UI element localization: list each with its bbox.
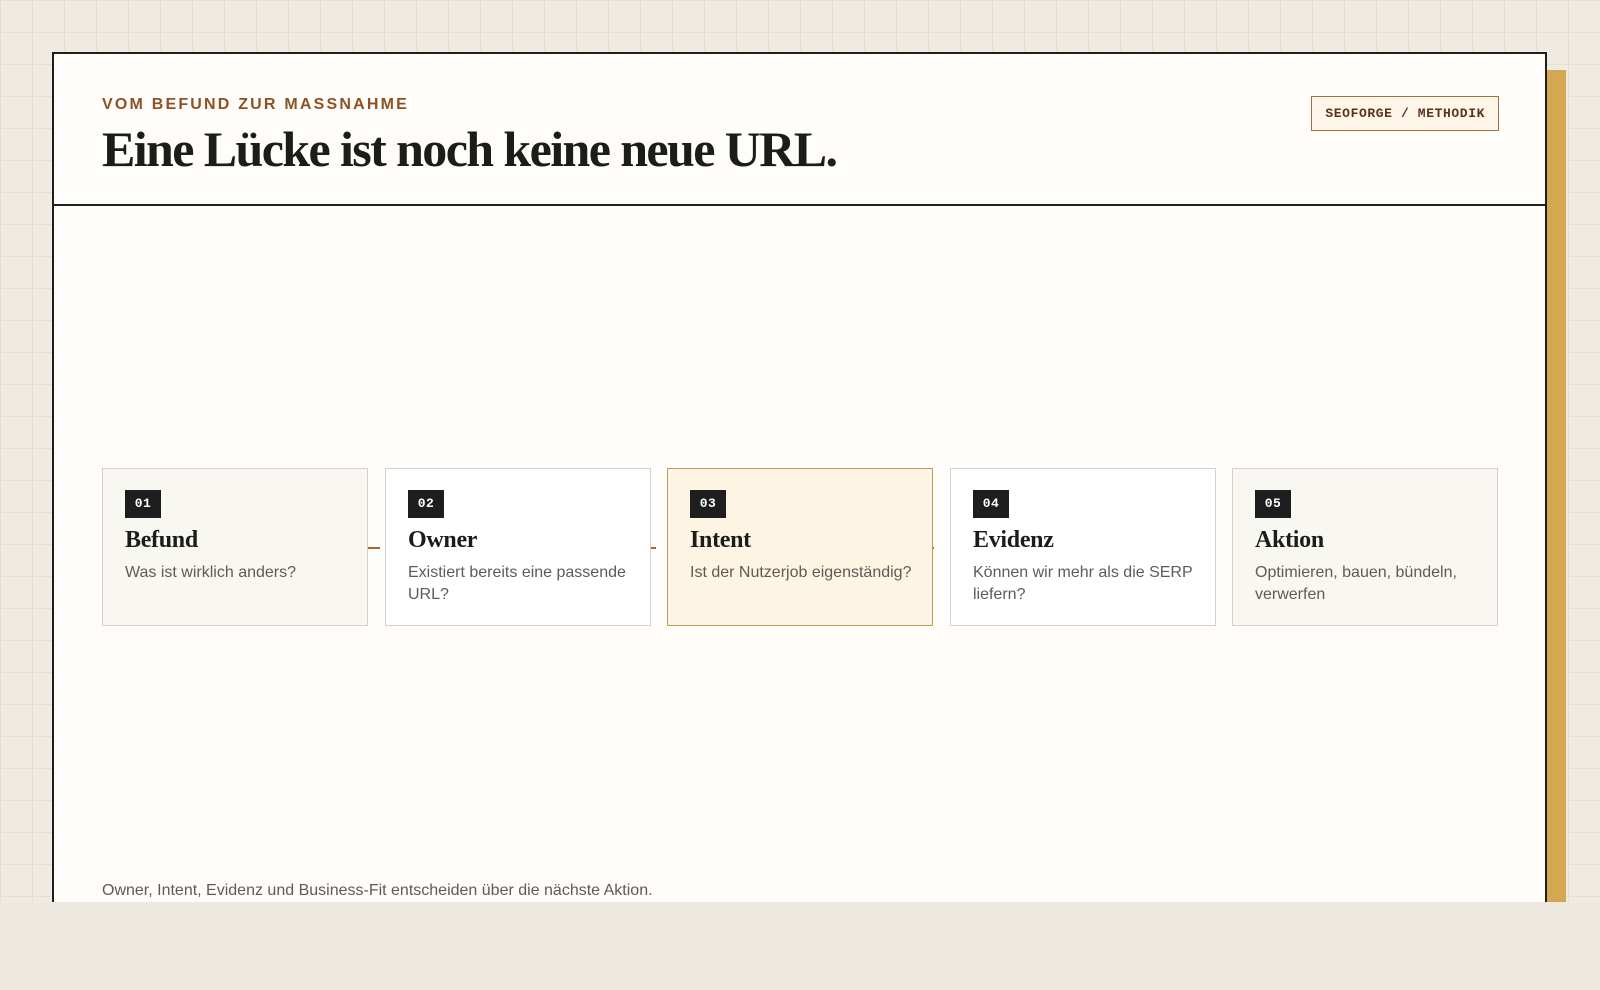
step-card-owner: 02 Owner Existiert bereits eine passende… [385, 468, 651, 626]
process-steps: 01 Befund Was ist wirklich anders? 02 Ow… [102, 468, 1498, 626]
step-description: Was ist wirklich anders? [125, 564, 297, 581]
step-title: Intent [690, 527, 751, 553]
step-number-badge: 04 [973, 490, 1009, 518]
step-card-aktion: 05 Aktion Optimieren, bauen, bündeln, ve… [1232, 468, 1498, 626]
step-title: Aktion [1255, 527, 1324, 553]
step-number-badge: 02 [408, 490, 444, 518]
step-title: Owner [408, 527, 478, 553]
step-card-befund: 01 Befund Was ist wirklich anders? [102, 468, 368, 626]
step-description: Können wir mehr als die SERP liefern? [973, 564, 1193, 603]
brand-badge: SEOFORGE / METHODIK [1311, 96, 1499, 131]
step-card-evidenz: 04 Evidenz Können wir mehr als die SERP … [950, 468, 1216, 626]
step-description: Optimieren, bauen, bündeln, verwerfen [1255, 564, 1457, 603]
step-title: Befund [125, 527, 198, 553]
step-title: Evidenz [973, 527, 1054, 553]
step-number-badge: 01 [125, 490, 161, 518]
step-description: Existiert bereits eine passende URL? [408, 564, 626, 603]
slide-header: VOM BEFUND ZUR MASSNAHME Eine Lücke ist … [54, 54, 1545, 206]
eyebrow-label: VOM BEFUND ZUR MASSNAHME [102, 96, 410, 113]
step-description: Ist der Nutzerjob eigenständig? [690, 564, 912, 581]
footnote: Owner, Intent, Evidenz und Business-Fit … [102, 882, 653, 899]
slide-panel: VOM BEFUND ZUR MASSNAHME Eine Lücke ist … [52, 52, 1547, 902]
step-number-badge: 03 [690, 490, 726, 518]
step-number-badge: 05 [1255, 490, 1291, 518]
page-title: Eine Lücke ist noch keine neue URL. [102, 121, 838, 177]
step-card-intent: 03 Intent Ist der Nutzerjob eigenständig… [667, 468, 933, 626]
